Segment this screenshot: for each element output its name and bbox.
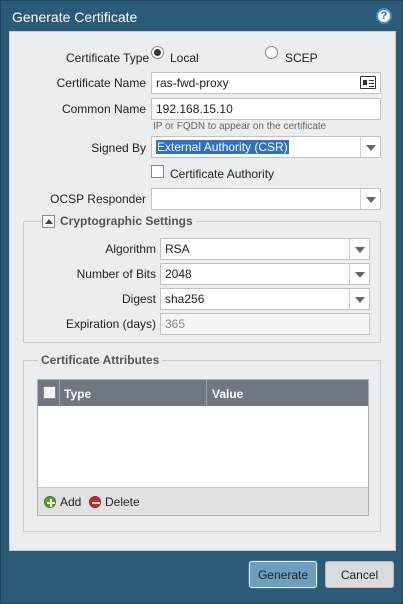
algorithm-label: Algorithm: [105, 242, 156, 256]
common-name-value: 192.168.15.10: [156, 102, 233, 116]
certificate-type-scep-radio[interactable]: [265, 46, 278, 59]
attributes-table-toolbar: Add Delete: [38, 487, 368, 515]
chevron-down-icon[interactable]: [360, 189, 380, 209]
algorithm-combo[interactable]: RSA: [160, 238, 370, 260]
algorithm-value: RSA: [165, 242, 190, 256]
certificate-authority-label: Certificate Authority: [170, 167, 275, 181]
collapse-icon[interactable]: [42, 215, 55, 228]
form-panel: Certificate Type Local SCEP Certificate …: [9, 31, 396, 551]
add-icon[interactable]: [44, 496, 56, 508]
help-icon[interactable]: ?: [376, 8, 392, 24]
certificate-authority-checkbox[interactable]: [151, 165, 164, 178]
delete-button[interactable]: Delete: [105, 495, 140, 509]
chevron-down-icon[interactable]: [349, 239, 369, 259]
ocsp-responder-combo[interactable]: [151, 188, 381, 210]
common-name-field[interactable]: 192.168.15.10: [151, 98, 381, 120]
certificate-attributes-group: Certificate Attributes Type Value Add De…: [23, 353, 381, 532]
certificate-name-label: Certificate Name: [56, 76, 146, 90]
common-name-label: Common Name: [61, 102, 146, 116]
digest-value: sha256: [165, 292, 205, 306]
certificate-type-scep-label: SCEP: [285, 51, 318, 65]
certificate-type-local-radio[interactable]: [151, 46, 164, 59]
dialog-title: Generate Certificate: [12, 9, 138, 25]
signed-by-value: External Authority (CSR): [156, 140, 289, 154]
certificate-name-value: ras-fwd-proxy: [156, 76, 229, 90]
expiration-value: 365: [165, 317, 186, 331]
chevron-down-icon[interactable]: [349, 264, 369, 284]
generate-button[interactable]: Generate: [249, 561, 317, 588]
common-name-hint: IP or FQDN to appear on the certificate: [153, 121, 327, 132]
value-column-header[interactable]: Value: [212, 387, 243, 401]
attributes-table-header: Type Value: [38, 380, 368, 406]
digest-label: Digest: [121, 292, 156, 306]
certificate-picker-icon[interactable]: [360, 76, 376, 89]
signed-by-combo[interactable]: External Authority (CSR): [151, 136, 381, 158]
cryptographic-settings-group: Cryptographic Settings Algorithm RSA Num…: [23, 214, 381, 343]
column-divider: [206, 380, 207, 406]
generate-certificate-dialog: Generate Certificate ? Certificate Type …: [0, 0, 403, 604]
column-divider: [59, 380, 60, 406]
add-button[interactable]: Add: [60, 495, 81, 509]
certificate-type-label: Certificate Type: [66, 51, 150, 65]
chevron-down-icon[interactable]: [349, 289, 369, 309]
cancel-button[interactable]: Cancel: [325, 561, 394, 588]
ocsp-responder-label: OCSP Responder: [50, 192, 146, 206]
type-column-header[interactable]: Type: [64, 387, 91, 401]
attributes-table: Type Value Add Delete: [37, 379, 369, 516]
certificate-attributes-legend: Certificate Attributes: [38, 353, 163, 367]
delete-icon[interactable]: [89, 496, 101, 508]
signed-by-label: Signed By: [91, 141, 146, 155]
chevron-down-icon[interactable]: [360, 137, 380, 157]
select-all-checkbox[interactable]: [43, 386, 56, 399]
expiration-label: Expiration (days): [65, 317, 156, 331]
cryptographic-settings-legend: Cryptographic Settings: [57, 214, 196, 228]
digest-combo[interactable]: sha256: [160, 288, 370, 310]
expiration-field[interactable]: 365: [160, 313, 370, 335]
certificate-name-field[interactable]: ras-fwd-proxy: [151, 72, 381, 94]
number-of-bits-value: 2048: [165, 267, 192, 281]
number-of-bits-label: Number of Bits: [76, 267, 156, 281]
certificate-type-local-label: Local: [170, 51, 199, 65]
number-of-bits-combo[interactable]: 2048: [160, 263, 370, 285]
title-bar[interactable]: Generate Certificate ?: [1, 1, 403, 31]
